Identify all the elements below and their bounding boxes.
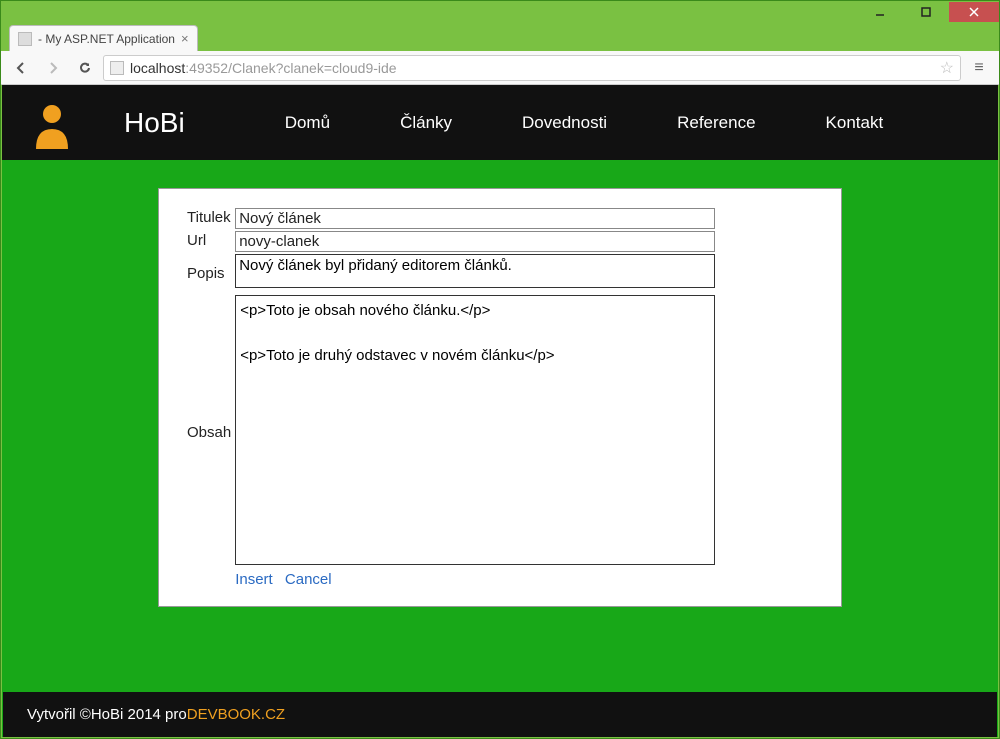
site-footer: Vytvořil ©HoBi 2014 pro DEVBOOK.CZ	[3, 692, 997, 737]
bookmark-star-icon[interactable]: ☆	[940, 58, 954, 78]
browser-toolbar: localhost:49352/Clanek?clanek=cloud9-ide…	[1, 51, 999, 85]
tab-close-button[interactable]: ×	[181, 31, 189, 46]
nav-home[interactable]: Domů	[285, 113, 330, 133]
tab-favicon-icon	[18, 32, 32, 46]
content-area: Titulek Url Popis Obsah	[2, 160, 998, 692]
url-text: localhost:49352/Clanek?clanek=cloud9-ide	[130, 60, 397, 76]
label-desc: Popis	[187, 253, 235, 294]
url-input[interactable]	[235, 231, 715, 252]
insert-link[interactable]: Insert	[235, 571, 273, 588]
url-port: :49352	[185, 60, 228, 76]
site-nav: Domů Články Dovednosti Reference Kontakt	[285, 113, 883, 133]
nav-articles[interactable]: Články	[400, 113, 452, 133]
cancel-link[interactable]: Cancel	[285, 571, 332, 588]
nav-references[interactable]: Reference	[677, 113, 755, 133]
page-icon	[110, 61, 124, 75]
label-url: Url	[187, 230, 235, 253]
article-form: Titulek Url Popis Obsah	[187, 207, 813, 588]
form-actions: Insert Cancel	[235, 571, 813, 588]
footer-link[interactable]: DEVBOOK.CZ	[187, 706, 285, 723]
os-window: - My ASP.NET Application × localhost:493…	[0, 0, 1000, 739]
browser-tab[interactable]: - My ASP.NET Application ×	[9, 25, 198, 51]
window-controls	[857, 2, 999, 22]
browser-menu-button[interactable]: ≡	[965, 55, 993, 81]
title-input[interactable]	[235, 208, 715, 229]
url-host: localhost	[130, 60, 185, 76]
avatar-icon	[30, 101, 74, 145]
article-form-panel: Titulek Url Popis Obsah	[158, 188, 842, 607]
address-bar[interactable]: localhost:49352/Clanek?clanek=cloud9-ide…	[103, 55, 961, 81]
browser-forward-button[interactable]	[39, 55, 67, 81]
window-close-button[interactable]	[949, 2, 999, 22]
site-brand: HoBi	[124, 107, 185, 139]
content-textarea[interactable]	[235, 295, 715, 565]
browser-tabstrip: - My ASP.NET Application ×	[1, 23, 999, 51]
site-header: HoBi Domů Články Dovednosti Reference Ko…	[2, 85, 998, 160]
nav-contact[interactable]: Kontakt	[826, 113, 884, 133]
url-path: /Clanek?clanek=cloud9-ide	[228, 60, 397, 76]
window-titlebar	[1, 1, 999, 23]
label-title: Titulek	[187, 207, 235, 230]
window-minimize-button[interactable]	[857, 2, 903, 22]
window-maximize-button[interactable]	[903, 2, 949, 22]
footer-text: Vytvořil ©HoBi 2014 pro	[27, 706, 187, 723]
tab-title: - My ASP.NET Application	[38, 32, 175, 46]
page-viewport: HoBi Domů Články Dovednosti Reference Ko…	[2, 85, 998, 737]
nav-skills[interactable]: Dovednosti	[522, 113, 607, 133]
browser-back-button[interactable]	[7, 55, 35, 81]
label-content: Obsah	[187, 294, 235, 571]
desc-textarea[interactable]	[235, 254, 715, 288]
browser-reload-button[interactable]	[71, 55, 99, 81]
